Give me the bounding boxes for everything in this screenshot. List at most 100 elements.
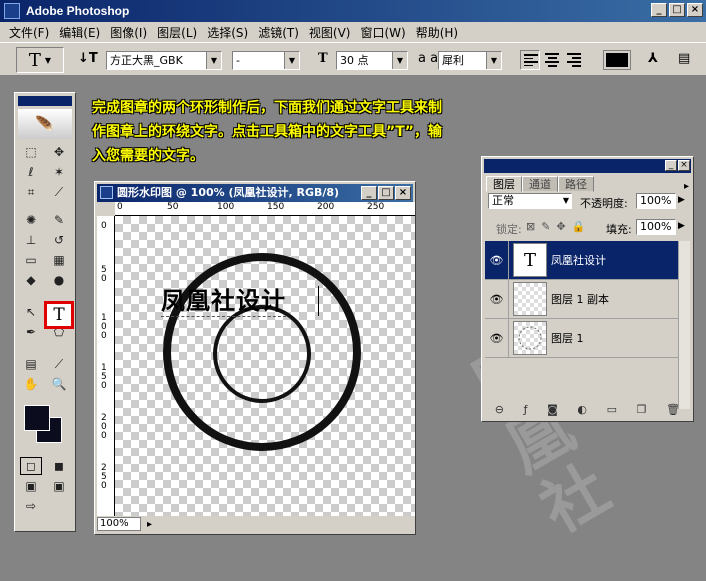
maximize-button[interactable]: □	[669, 3, 685, 17]
font-family-value: 方正大黑_GBK	[110, 54, 183, 67]
status-menu-icon[interactable]: ▸	[147, 519, 152, 530]
doc-close-button[interactable]: ×	[395, 186, 411, 200]
align-center-button[interactable]	[542, 50, 562, 70]
close-button[interactable]: ×	[687, 3, 703, 17]
quickmask-mode-icon[interactable]: ◼	[48, 457, 70, 475]
eye-icon[interactable]: 👁	[485, 318, 509, 358]
palettes-icon[interactable]: ▤	[678, 51, 690, 66]
path-select-icon[interactable]: ↖	[20, 303, 42, 321]
layer-name: 凤凰社设计	[551, 254, 606, 267]
align-left-button[interactable]	[520, 50, 540, 70]
eyedropper-tool-icon[interactable]: ⟋	[48, 355, 70, 373]
inner-ring	[213, 305, 311, 403]
document-titlebar: 圆形水印图 @ 100% (凤凰社设计, RGB/8) _ □ ×	[97, 184, 413, 202]
dodge-tool-icon[interactable]: ●	[48, 271, 70, 289]
opacity-arrow-icon[interactable]: ▶	[678, 195, 685, 205]
text-color-swatch[interactable]	[603, 50, 631, 70]
eye-icon[interactable]: 👁	[485, 279, 509, 319]
panel-minimize-button[interactable]: _	[665, 160, 677, 171]
minimize-button[interactable]: _	[651, 3, 667, 17]
canvas-text-layer[interactable]: 凤凰社设计	[161, 286, 286, 317]
layer-thumbnail	[513, 282, 547, 316]
font-size-icon: T	[318, 51, 328, 66]
font-size-select[interactable]: 30 点 ▼	[336, 51, 408, 70]
layers-scrollbar[interactable]	[678, 241, 690, 409]
fill-arrow-icon[interactable]: ▶	[678, 221, 685, 231]
crop-tool-icon[interactable]: ⌗	[20, 183, 42, 201]
menu-file[interactable]: 文件(F)	[4, 24, 54, 41]
text-tool-icon: T	[28, 49, 41, 71]
link-layers-icon[interactable]: ⊖	[495, 403, 504, 416]
panel-close-button[interactable]: ×	[678, 160, 690, 171]
new-group-icon[interactable]: ▭	[607, 403, 617, 416]
antialias-select[interactable]: 犀利 ▼	[438, 51, 502, 70]
menu-window[interactable]: 窗口(W)	[355, 24, 410, 41]
doc-minimize-button[interactable]: _	[361, 186, 377, 200]
fill-field[interactable]: 100%	[636, 219, 676, 235]
slice-tool-icon[interactable]: ⟋	[48, 183, 70, 201]
chevron-down-icon: ▼	[392, 52, 407, 69]
menu-help[interactable]: 帮助(H)	[411, 24, 463, 41]
menu-image[interactable]: 图像(I)	[105, 24, 152, 41]
document-title: 圆形水印图 @ 100% (凤凰社设计, RGB/8)	[117, 186, 340, 199]
font-family-select[interactable]: 方正大黑_GBK ▼	[106, 51, 222, 70]
layer-style-icon[interactable]: ƒ	[524, 403, 528, 416]
panel-menu-icon[interactable]: ▸	[684, 181, 689, 192]
history-brush-icon[interactable]: ↺	[48, 231, 70, 249]
screen-mode-standard-icon[interactable]: ▣	[20, 477, 42, 495]
layer-row[interactable]: 👁 图层 1	[485, 318, 681, 358]
text-orientation-icon[interactable]: ↓T	[78, 51, 98, 66]
doc-maximize-button[interactable]: □	[378, 186, 394, 200]
pen-tool-icon[interactable]: ✒	[20, 323, 42, 341]
tab-channels[interactable]: 通道	[522, 176, 558, 192]
text-tool-icon: T	[53, 305, 65, 325]
tool-preset-picker[interactable]: T ▼	[16, 47, 64, 73]
menu-layer[interactable]: 图层(L)	[152, 24, 202, 41]
layers-panel-titlebar: _ ×	[484, 159, 691, 173]
healing-brush-icon[interactable]: ✺	[20, 211, 42, 229]
notes-tool-icon[interactable]: ▤	[20, 355, 42, 373]
magic-wand-tool-icon[interactable]: ✶	[48, 163, 70, 181]
ruler-h-label: 0	[117, 202, 123, 212]
new-layer-icon[interactable]: ❐	[637, 403, 647, 416]
align-right-button[interactable]	[564, 50, 584, 70]
layer-mask-icon[interactable]: ◙	[547, 403, 558, 416]
clone-stamp-icon[interactable]: ⊥	[20, 231, 42, 249]
adjustment-layer-icon[interactable]: ◐	[577, 403, 587, 416]
screen-mode-full-icon[interactable]: ▣	[48, 477, 70, 495]
zoom-tool-icon[interactable]: 🔍	[48, 375, 70, 393]
standard-mode-icon[interactable]: ◻	[20, 457, 42, 475]
zoom-field[interactable]: 100%	[97, 517, 141, 531]
marquee-tool-icon[interactable]: ⬚	[20, 143, 42, 161]
blur-tool-icon[interactable]: ◆	[20, 271, 42, 289]
eraser-tool-icon[interactable]: ▭	[20, 251, 42, 269]
gradient-tool-icon[interactable]: ▦	[48, 251, 70, 269]
font-style-value: -	[236, 54, 240, 67]
chevron-down-icon: ▼	[486, 52, 501, 69]
opacity-field[interactable]: 100%	[636, 193, 676, 209]
text-tool-button[interactable]: T	[44, 301, 74, 329]
tab-paths[interactable]: 路径	[558, 176, 594, 192]
chevron-down-icon: ▼	[562, 196, 569, 205]
lasso-tool-icon[interactable]: ℓ	[20, 163, 42, 181]
hand-tool-icon[interactable]: ✋	[20, 375, 42, 393]
menu-view[interactable]: 视图(V)	[304, 24, 356, 41]
blend-mode-select[interactable]: 正常 ▼	[488, 193, 572, 209]
menu-filter[interactable]: 滤镜(T)	[253, 24, 304, 41]
chevron-down-icon: ▼	[206, 52, 221, 69]
canvas[interactable]: 凤凰社设计	[115, 216, 415, 516]
tab-layers[interactable]: 图层	[486, 176, 522, 192]
menu-select[interactable]: 选择(S)	[202, 24, 253, 41]
trash-icon[interactable]: 🗑	[666, 403, 680, 416]
layer-row[interactable]: 👁 图层 1 副本	[485, 279, 681, 319]
eye-icon[interactable]: 👁	[485, 240, 509, 280]
foreground-color-swatch[interactable]	[24, 405, 50, 431]
jump-to-imageready-icon[interactable]: ⇨	[20, 497, 42, 515]
menu-edit[interactable]: 编辑(E)	[54, 24, 105, 41]
font-style-select[interactable]: - ▼	[232, 51, 300, 70]
move-tool-icon[interactable]: ✥	[48, 143, 70, 161]
layer-row[interactable]: 👁 T 凤凰社设计	[485, 240, 681, 280]
brush-tool-icon[interactable]: ✎	[48, 211, 70, 229]
warp-text-icon[interactable]: ⅄	[648, 51, 658, 66]
lock-icons[interactable]: ⊠✎✥🔒	[526, 220, 591, 233]
